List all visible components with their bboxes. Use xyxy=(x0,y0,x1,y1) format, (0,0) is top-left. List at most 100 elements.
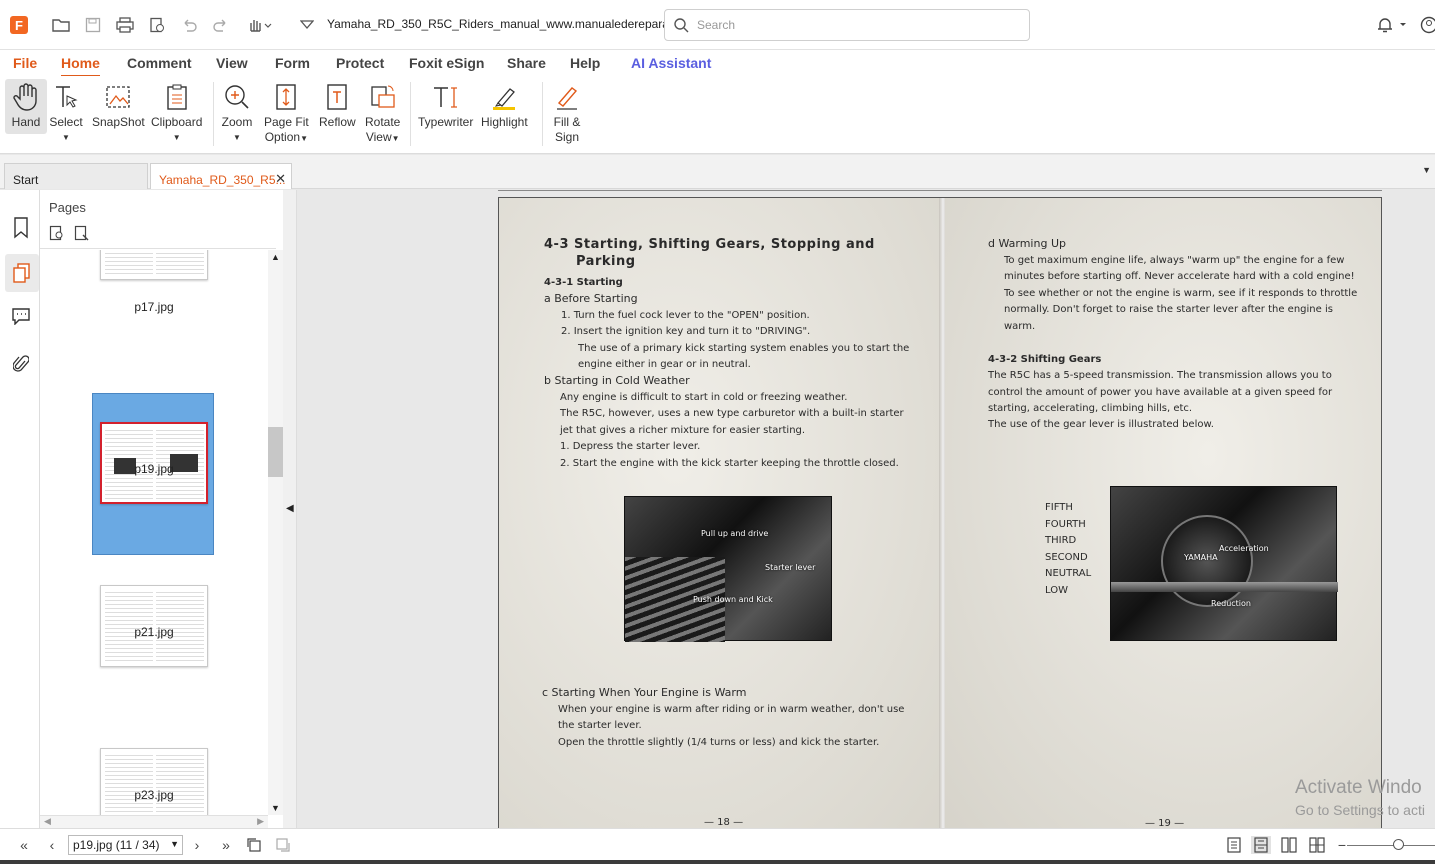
document-title: Yamaha_RD_350_R5C_Riders_manual_www.manu… xyxy=(327,17,692,31)
print-icon[interactable] xyxy=(114,14,136,36)
page-number-field[interactable]: p19.jpg (11 / 34) ▼ xyxy=(68,835,183,855)
thumbnail-label: p23.jpg xyxy=(134,788,174,802)
page-fit-option-button[interactable]: Page Fit Option▼ xyxy=(264,79,309,146)
save-icon[interactable] xyxy=(82,14,104,36)
rotate-label-2: View▼ xyxy=(365,130,400,144)
tab-start-label: Start xyxy=(13,173,39,187)
document-page-spread: 4-3 Starting, Shifting Gears, Stopping a… xyxy=(498,197,1382,828)
scroll-thumb[interactable] xyxy=(268,427,283,477)
previous-page-edge xyxy=(498,190,1382,191)
menu-view[interactable]: View xyxy=(216,55,248,71)
gear-label: THIRD xyxy=(1045,535,1077,546)
paragraph-line: Any engine is difficult to start in cold… xyxy=(560,392,848,403)
search-box[interactable]: Search xyxy=(664,9,1030,41)
page-dropdown-icon[interactable]: ▼ xyxy=(170,839,179,849)
paragraph-line: engine either in gear or in neutral. xyxy=(578,359,751,370)
select-dropdown-icon[interactable]: ▼ xyxy=(62,130,70,145)
bookmark-icon[interactable] xyxy=(9,216,33,240)
undo-icon[interactable] xyxy=(178,14,200,36)
page-thumbnail[interactable] xyxy=(100,250,208,280)
document-viewer[interactable]: 4-3 Starting, Shifting Gears, Stopping a… xyxy=(297,190,1435,828)
scroll-down-icon[interactable]: ▼ xyxy=(271,803,280,813)
menu-file[interactable]: File xyxy=(13,55,37,71)
single-page-view-icon[interactable] xyxy=(1224,836,1244,854)
export-icon[interactable] xyxy=(146,14,168,36)
zoom-button[interactable]: Zoom ▼ xyxy=(220,79,254,145)
zoom-slider-handle[interactable] xyxy=(1393,839,1404,850)
account-avatar-icon[interactable] xyxy=(1418,14,1435,36)
notification-bell-icon[interactable] xyxy=(1372,14,1408,36)
menu-help[interactable]: Help xyxy=(570,55,600,71)
redo-icon[interactable] xyxy=(210,14,232,36)
photo-caption: Pull up and drive xyxy=(701,529,769,538)
page-options-icon[interactable] xyxy=(74,225,90,244)
hand-tool-button[interactable]: Hand xyxy=(5,79,47,134)
rotate-view-button[interactable]: Rotate View▼ xyxy=(365,79,400,146)
reflow-button[interactable]: Reflow xyxy=(319,79,356,130)
watermark-line-2: Go to Settings to acti xyxy=(1295,802,1425,818)
comment-icon[interactable] xyxy=(9,304,33,328)
last-page-icon[interactable]: » xyxy=(216,836,236,854)
thumbnail-scrollbar[interactable]: ▲ ▼ xyxy=(268,250,283,815)
app-logo-icon[interactable]: F xyxy=(10,16,28,34)
scroll-left-icon[interactable]: ◀ xyxy=(44,816,51,827)
clipboard-dropdown-icon[interactable]: ▼ xyxy=(173,130,181,145)
pages-panel-icon[interactable] xyxy=(5,254,39,292)
previous-page-icon[interactable]: ‹ xyxy=(42,836,62,854)
tabs-overflow-chevron-icon[interactable]: ▼ xyxy=(1422,165,1431,175)
snapshot-icon xyxy=(101,79,135,115)
page-fit-label-1: Page Fit xyxy=(264,115,309,129)
select-tool-button[interactable]: Select ▼ xyxy=(49,79,83,145)
menu-form[interactable]: Form xyxy=(275,55,310,71)
highlight-button[interactable]: Highlight xyxy=(481,79,528,130)
next-view-icon[interactable] xyxy=(273,836,293,854)
continuous-view-icon[interactable] xyxy=(1251,836,1271,854)
starter-lever-photo: Pull up and drive Starter lever Push dow… xyxy=(624,496,832,642)
paragraph-line: To get maximum engine life, always "warm… xyxy=(1004,255,1345,266)
zoom-dropdown-icon[interactable]: ▼ xyxy=(233,130,241,145)
continuous-facing-view-icon[interactable] xyxy=(1307,836,1327,854)
fill-sign-button[interactable]: Fill & Sign xyxy=(550,79,584,145)
menu-comment[interactable]: Comment xyxy=(127,55,192,71)
thumbnail-horizontal-scrollbar[interactable]: ◀ ▶ xyxy=(40,815,268,828)
menu-home[interactable]: Home xyxy=(61,55,100,77)
attachment-icon[interactable] xyxy=(9,352,33,376)
scroll-up-icon[interactable]: ▲ xyxy=(271,252,280,262)
zoom-slider[interactable] xyxy=(1347,845,1435,846)
menu-share[interactable]: Share xyxy=(507,55,546,71)
fill-sign-pen-icon xyxy=(550,79,584,115)
section-heading-cont: Parking xyxy=(576,254,636,269)
hand-mode-dropdown[interactable] xyxy=(244,14,274,36)
clipboard-button[interactable]: Clipboard ▼ xyxy=(151,79,202,145)
facing-view-icon[interactable] xyxy=(1279,836,1299,854)
scroll-right-icon[interactable]: ▶ xyxy=(257,816,264,827)
collapse-panel-icon[interactable]: ◀ xyxy=(286,503,294,514)
close-tab-icon[interactable]: ✕ xyxy=(275,171,286,187)
quick-access-chevron-icon[interactable] xyxy=(296,14,318,36)
tab-document-label: Yamaha_RD_350_R5... xyxy=(159,173,286,187)
snapshot-button[interactable]: SnapShot xyxy=(92,79,145,130)
previous-view-icon[interactable] xyxy=(244,836,264,854)
ribbon-separator xyxy=(410,82,411,146)
first-page-icon[interactable]: « xyxy=(14,836,34,854)
menu-ai-assistant[interactable]: AI Assistant xyxy=(631,55,711,71)
next-page-icon[interactable]: › xyxy=(187,836,207,854)
paragraph-line: normally. Don't forget to raise the star… xyxy=(1004,304,1333,315)
paragraph-line: 1. Turn the fuel cock lever to the "OPEN… xyxy=(561,310,810,321)
menu-foxit-esign[interactable]: Foxit eSign xyxy=(409,55,484,71)
tab-document[interactable]: Yamaha_RD_350_R5... ✕ xyxy=(150,163,292,189)
menu-protect[interactable]: Protect xyxy=(336,55,384,71)
panel-splitter[interactable]: ◀ xyxy=(283,190,297,828)
title-bar: F Yamaha_RD_350_R5C_Riders_manual_www.ma… xyxy=(0,0,1435,50)
open-folder-icon[interactable] xyxy=(50,14,72,36)
page-thumbnail[interactable] xyxy=(100,748,208,815)
tab-start[interactable]: Start xyxy=(4,163,148,189)
activate-windows-watermark: Activate Windo Go to Settings to acti xyxy=(1295,776,1425,822)
watermark-line-1: Activate Windo xyxy=(1295,777,1422,798)
insert-page-icon[interactable] xyxy=(49,225,65,244)
gear-label: NEUTRAL xyxy=(1045,568,1092,579)
photo-caption: Starter lever xyxy=(765,563,816,572)
typewriter-button[interactable]: Typewriter xyxy=(418,79,473,130)
page-number: — 18 — xyxy=(704,817,744,828)
thumbnail-label: p21.jpg xyxy=(134,625,174,639)
